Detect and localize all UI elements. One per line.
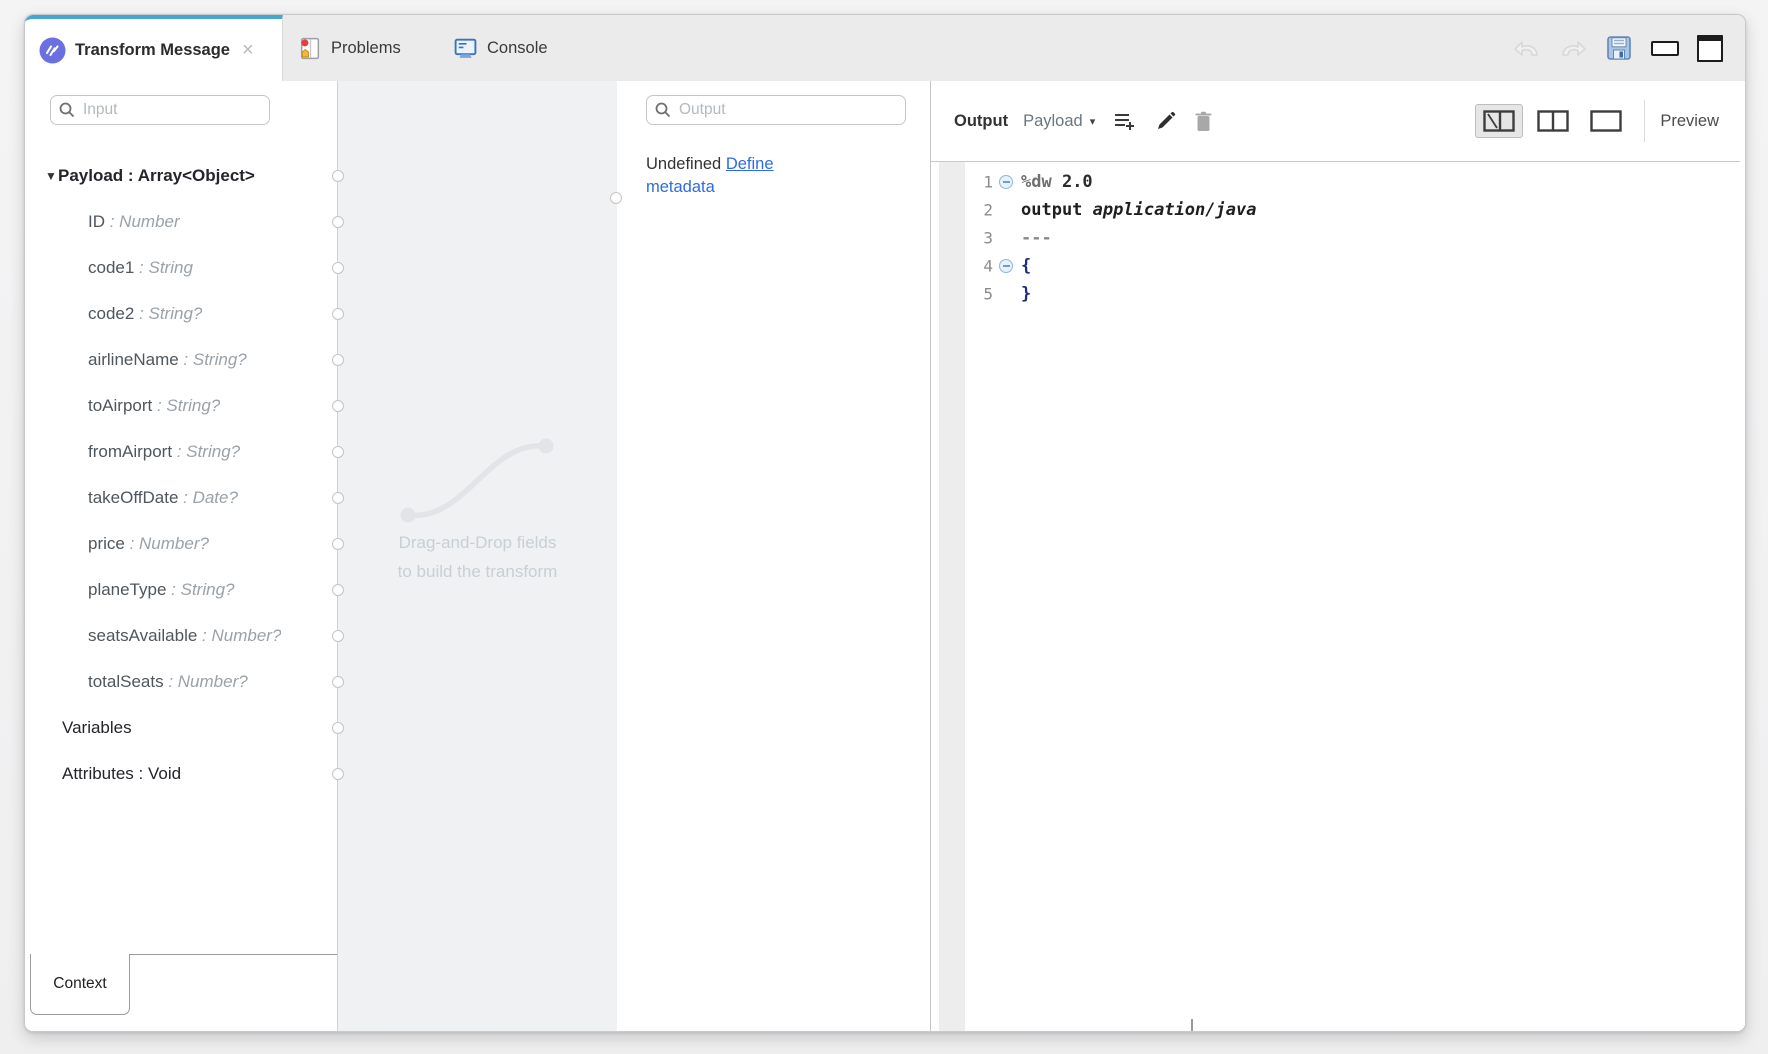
context-tab-divider	[128, 954, 337, 955]
layout-single-pane-icon[interactable]	[1583, 105, 1629, 137]
tree-row-fromairport[interactable]: fromAirport : String?	[25, 429, 337, 475]
tab-problems[interactable]: Problems	[297, 15, 401, 81]
code-line[interactable]: 1 %dw 2.0	[931, 168, 1740, 196]
tree-row-toairport[interactable]: toAirport : String?	[25, 383, 337, 429]
connector-port[interactable]	[332, 768, 344, 780]
tree-row-seatsavailable[interactable]: seatsAvailable : Number?	[25, 613, 337, 659]
tree-row-planetype[interactable]: planeType : String?	[25, 567, 337, 613]
code-line[interactable]: 2 output application/java	[931, 196, 1740, 224]
output-panel: Undefined Define metadata	[617, 81, 930, 1031]
line-number: 2	[969, 201, 993, 220]
save-icon[interactable]	[1605, 34, 1633, 62]
tab-label: Transform Message	[75, 41, 230, 60]
search-icon	[655, 102, 671, 118]
connector-port[interactable]	[332, 262, 344, 274]
editor-header: Output Payload ▾	[931, 81, 1745, 161]
tab-label: Console	[487, 39, 548, 58]
maximize-icon[interactable]	[1697, 35, 1723, 62]
tree-row-payload[interactable]: ▼ Payload : Array<Object>	[25, 153, 337, 199]
view-tab-bar: Transform Message × Problems	[25, 15, 1745, 82]
tree-row-code1[interactable]: code1 : String	[25, 245, 337, 291]
tab-transform-message[interactable]: Transform Message ×	[25, 15, 283, 82]
connector-port[interactable]	[332, 354, 344, 366]
input-panel: ▼ Payload : Array<Object> ID : Number co…	[25, 81, 337, 1031]
connector-port[interactable]	[332, 400, 344, 412]
connector-port[interactable]	[610, 192, 622, 204]
line-number: 1	[969, 173, 993, 192]
mapping-canvas[interactable]: Drag-and-Drop fields to build the transf…	[337, 81, 618, 1031]
transform-message-window: Transform Message × Problems	[24, 14, 1746, 1032]
console-icon	[453, 36, 478, 61]
code-line[interactable]: 3 ---	[931, 224, 1740, 252]
tree-row-takeoffdate[interactable]: takeOffDate : Date?	[25, 475, 337, 521]
tree-row-id[interactable]: ID : Number	[25, 199, 337, 245]
connector-port[interactable]	[332, 538, 344, 550]
close-icon[interactable]: ×	[242, 39, 254, 62]
define-metadata-link[interactable]: Define	[726, 155, 774, 173]
define-metadata-link[interactable]: metadata	[646, 178, 715, 196]
delete-icon[interactable]	[1194, 111, 1213, 132]
output-search-box	[646, 95, 906, 125]
input-search-input[interactable]	[81, 100, 261, 120]
line-number: 3	[969, 229, 993, 248]
view-layout-toggles	[1475, 104, 1629, 138]
line-number: 5	[969, 285, 993, 304]
line-number: 4	[969, 257, 993, 276]
drag-drop-curve-icon	[338, 381, 617, 881]
input-search-box	[50, 95, 270, 125]
tree-row-airlinename[interactable]: airlineName : String?	[25, 337, 337, 383]
connector-port[interactable]	[332, 722, 344, 734]
add-fields-icon[interactable]	[1113, 111, 1137, 131]
dataweave-icon	[39, 37, 66, 64]
output-metadata-status: Undefined Define metadata	[646, 153, 856, 199]
problems-icon	[297, 36, 322, 61]
drag-drop-hint-line2: to build the transform	[338, 562, 617, 582]
dataweave-editor-panel: Output Payload ▾	[930, 81, 1745, 1031]
tab-context[interactable]: Context	[30, 954, 130, 1015]
header-divider	[1644, 100, 1645, 142]
fold-collapse-icon[interactable]	[999, 175, 1013, 189]
output-title: Output	[954, 112, 1008, 131]
undo-icon[interactable]	[1513, 36, 1541, 60]
output-search-input[interactable]	[677, 100, 897, 120]
layout-split-code-icon[interactable]	[1475, 104, 1523, 138]
view-toolbar	[1513, 15, 1723, 81]
connector-port[interactable]	[332, 216, 344, 228]
connector-port[interactable]	[332, 170, 344, 182]
connector-port[interactable]	[332, 676, 344, 688]
connector-port[interactable]	[332, 630, 344, 642]
tree-row-totalseats[interactable]: totalSeats : Number?	[25, 659, 337, 705]
code-line[interactable]: 5 }	[931, 280, 1740, 308]
connector-port[interactable]	[332, 446, 344, 458]
tree-row-variables[interactable]: Variables	[25, 705, 337, 751]
drag-drop-hint-line1: Drag-and-Drop fields	[338, 533, 617, 553]
preview-button[interactable]: Preview	[1660, 112, 1719, 131]
edit-icon[interactable]	[1155, 111, 1176, 132]
search-icon	[59, 102, 75, 118]
tab-console[interactable]: Console	[453, 15, 548, 81]
tree-row-attributes[interactable]: Attributes : Void	[25, 751, 337, 797]
redo-icon[interactable]	[1559, 36, 1587, 60]
payload-selector[interactable]: Payload	[1023, 112, 1083, 131]
transform-message-content: ▼ Payload : Array<Object> ID : Number co…	[25, 81, 1745, 1031]
tree-row-price[interactable]: price : Number?	[25, 521, 337, 567]
tab-label: Problems	[331, 39, 401, 58]
undefined-label: Undefined	[646, 155, 721, 173]
connector-port[interactable]	[332, 308, 344, 320]
collapse-caret-icon[interactable]: ▼	[45, 169, 57, 183]
sash-handle[interactable]	[1191, 1019, 1193, 1031]
connector-port[interactable]	[332, 584, 344, 596]
minimize-icon[interactable]	[1651, 41, 1679, 56]
tree-row-code2[interactable]: code2 : String?	[25, 291, 337, 337]
chevron-down-icon[interactable]: ▾	[1090, 115, 1096, 128]
layout-two-pane-icon[interactable]	[1530, 105, 1576, 137]
fold-collapse-icon[interactable]	[999, 259, 1013, 273]
connector-port[interactable]	[332, 492, 344, 504]
dataweave-code-editor[interactable]: 1 %dw 2.0 2 output application/java 3 --…	[931, 161, 1740, 1031]
code-line[interactable]: 4 {	[931, 252, 1740, 280]
